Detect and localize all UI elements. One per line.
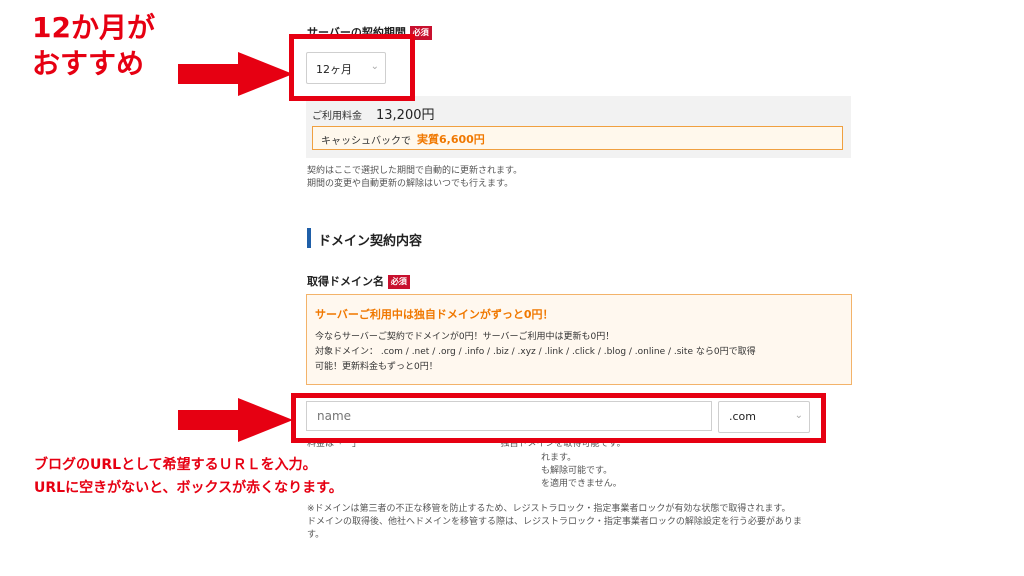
domain-name-label: 取得ドメイン名 必須 [307, 273, 410, 289]
domain-info-line: 可能！更新料金もずっと0円！ [315, 362, 438, 372]
arrow-right-icon [178, 52, 294, 96]
domain-name-label-text: 取得ドメイン名 [307, 275, 384, 288]
recommend-line: 12か月が [32, 11, 155, 44]
url-annotation-line: ブログのURLとして希望するＵＲＬを入力。 [34, 457, 317, 473]
domain-info-box: サーバーご利用中は独自ドメインがずっと0円！ 今ならサーバーご契約でドメインが0… [306, 294, 852, 385]
arrow-right-icon [178, 398, 294, 442]
cashback-box: キャッシュバックで 実質6,600円 [312, 126, 843, 150]
domain-info-body: 今ならサーバーご契約でドメインが0円！サーバーご利用中は更新も0円！ 対象ドメイ… [315, 330, 845, 375]
lock-note: す。 [307, 530, 325, 540]
partial-note: も解除可能です。 [541, 466, 613, 476]
period-note: 契約はここで選択した期間で自動的に更新されます。 [307, 166, 523, 176]
url-annotation-line: URLに空きがないと、ボックスが赤くなります。 [34, 480, 343, 496]
domain-info-line: 今ならサーバーご契約でドメインが0円！サーバーご利用中は更新も0円！ [315, 332, 615, 342]
fee-panel: ご利用料金 13,200円 キャッシュバックで 実質6,600円 [306, 96, 851, 158]
period-notes: 契約はここで選択した期間で自動的に更新されます。 期間の変更や自動更新の解除はい… [307, 165, 522, 191]
fee-label: ご利用料金 [312, 111, 362, 122]
recommend-annotation: 12か月が おすすめ [32, 10, 155, 82]
partial-notes-right: れます。 も解除可能です。 を適用できません。 [541, 452, 622, 491]
required-badge: 必須 [387, 275, 410, 289]
highlight-frame-period [289, 34, 415, 101]
highlight-frame-domain [291, 393, 826, 443]
lock-note: ※ドメインは第三者の不正な移管を防止するため、レジストラロック・指定事業者ロック… [307, 504, 791, 514]
partial-note: を適用できません。 [541, 479, 622, 489]
lock-notes: ※ドメインは第三者の不正な移管を防止するため、レジストラロック・指定事業者ロック… [307, 503, 847, 542]
domain-info-title: サーバーご利用中は独自ドメインがずっと0円！ [315, 308, 554, 321]
cashback-value: 実質6,600円 [417, 133, 485, 146]
fee-amount: 13,200円 [376, 108, 435, 123]
domain-info-line: 対象ドメイン： .com / .net / .org / .info / .bi… [315, 347, 756, 357]
url-annotation: ブログのURLとして希望するＵＲＬを入力。 URLに空きがないと、ボックスが赤く… [34, 454, 343, 500]
period-note: 期間の変更や自動更新の解除はいつでも行えます。 [307, 179, 514, 189]
cashback-prefix: キャッシュバックで [321, 136, 411, 147]
lock-note: ドメインの取得後、他社へドメインを移管する際は、レジストラロック・指定事業者ロッ… [307, 517, 802, 527]
section-heading-bar [307, 228, 311, 248]
domain-section-heading: ドメイン契約内容 [318, 234, 423, 249]
recommend-line: おすすめ [32, 47, 145, 80]
partial-note: れます。 [541, 453, 577, 463]
